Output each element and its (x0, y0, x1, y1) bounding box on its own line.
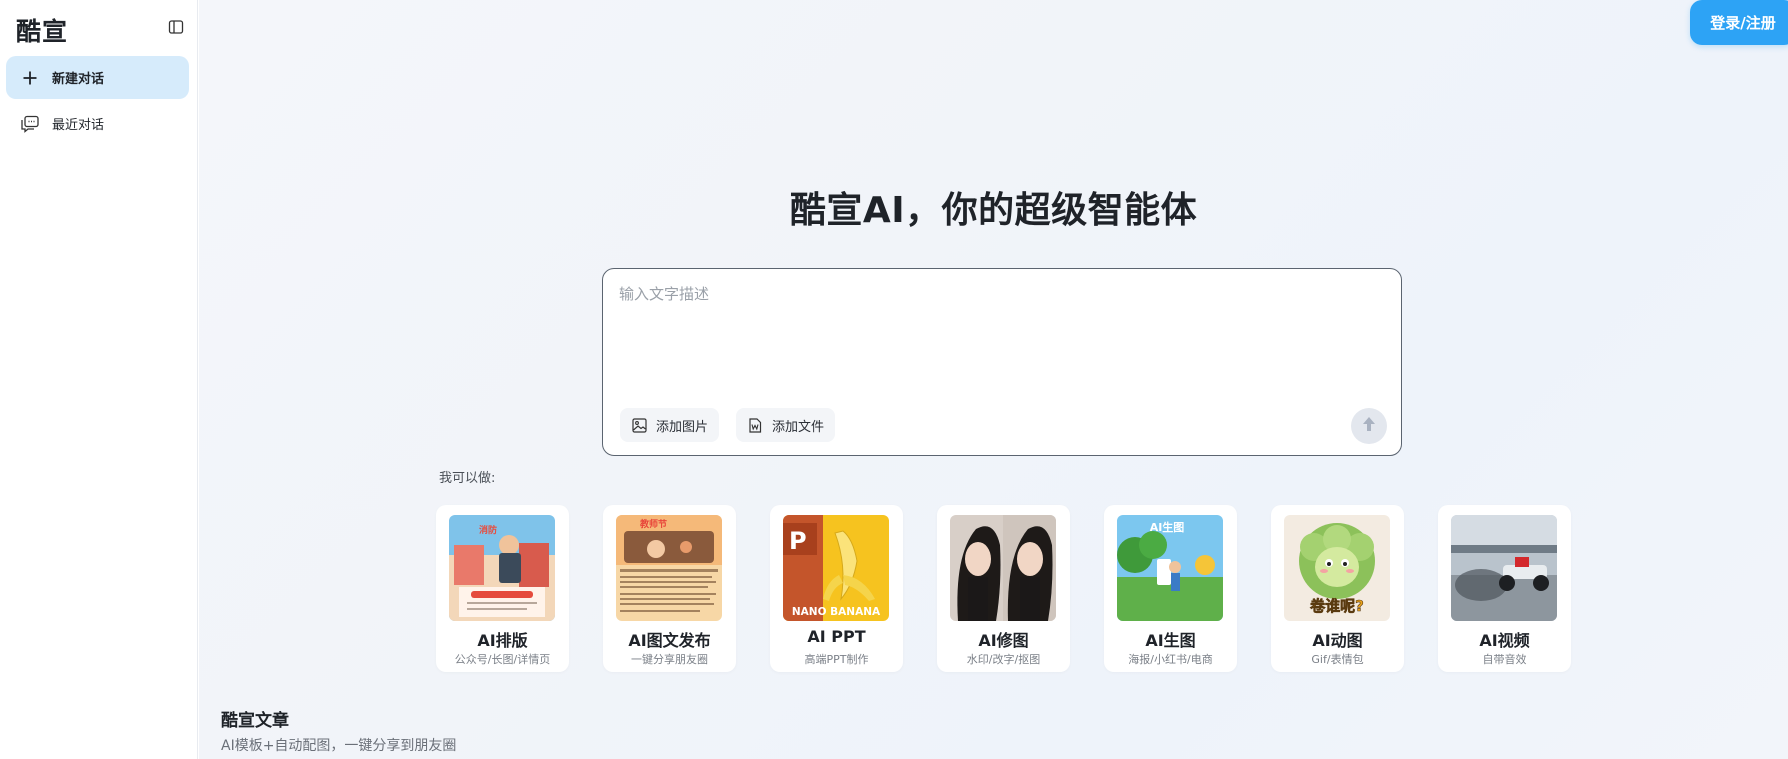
card-title: AI修图 (978, 631, 1029, 650)
brand-logo: 酷宣 (16, 17, 69, 46)
svg-text:卷谁呢?: 卷谁呢? (1309, 597, 1364, 615)
plus-icon (20, 68, 40, 88)
articles-section-title: 酷宣文章 (221, 711, 289, 731)
image-icon (631, 417, 647, 433)
sidebar-collapse-icon[interactable] (168, 19, 184, 35)
sidebar-item-label: 新建对话 (52, 72, 105, 87)
video-thumbnail (1451, 515, 1557, 621)
capability-card-retouch[interactable]: AI修图 水印/改字/抠图 (937, 505, 1070, 672)
card-subtitle: 海报/小红书/电商 (1128, 653, 1213, 666)
chat-history-icon (20, 114, 40, 134)
add-file-label: 添加文件 (772, 419, 825, 435)
card-subtitle: 一键分享朋友圈 (631, 653, 708, 666)
retouch-thumbnail (950, 515, 1056, 621)
capability-card-publish[interactable]: 教师节 AI图文发布 一键分享朋友圈 (603, 505, 736, 672)
ppt-image-text: NANO BANANA (792, 606, 881, 618)
publish-thumbnail: 教师节 (616, 515, 722, 621)
add-image-button[interactable]: 添加图片 (620, 408, 720, 442)
arrow-up-icon (1361, 415, 1377, 437)
main-area: 登录/注册 酷宣AI，你的超级智能体 添加图片 添加文件 我可以做: (199, 0, 1788, 759)
capability-card-ppt[interactable]: P NANO BANANA AI PPT 高端PPT制作 (770, 505, 903, 672)
login-register-button[interactable]: 登录/注册 (1690, 0, 1788, 45)
card-title: AI图文发布 (628, 631, 711, 650)
card-subtitle: 高端PPT制作 (804, 653, 869, 666)
capabilities-heading: 我可以做: (439, 471, 496, 486)
add-image-label: 添加图片 (656, 419, 709, 435)
capability-card-image-gen[interactable]: AI生图 AI生图 海报/小红书/电商 (1104, 505, 1237, 672)
card-title: AI生图 (1145, 631, 1196, 650)
prompt-input[interactable] (619, 283, 1379, 373)
sidebar-item-new-chat[interactable]: 新建对话 (6, 56, 189, 99)
layout-thumbnail: 消防 (449, 515, 555, 621)
sidebar: 酷宣 新建对话 最近对话 (0, 0, 198, 759)
card-subtitle: 自带音效 (1482, 653, 1527, 666)
page-title: 酷宣AI，你的超级智能体 (789, 190, 1198, 231)
articles-section-subtitle: AI模板+自动配图，一键分享到朋友圈 (221, 738, 457, 754)
send-button[interactable] (1351, 408, 1387, 444)
card-subtitle: Gif/表情包 (1311, 653, 1364, 666)
animation-thumbnail: 卷谁呢? (1284, 515, 1390, 621)
svg-text:教师节: 教师节 (639, 518, 667, 530)
card-title: AI视频 (1479, 631, 1530, 650)
svg-text:P: P (789, 527, 807, 555)
svg-text:消防: 消防 (479, 524, 497, 536)
capability-card-animation[interactable]: 卷谁呢? AI动图 Gif/表情包 (1271, 505, 1404, 672)
card-title: AI动图 (1312, 631, 1363, 650)
svg-text:AI生图: AI生图 (1150, 520, 1185, 534)
prompt-composer: 添加图片 添加文件 (602, 268, 1402, 456)
sidebar-item-recent-chats[interactable]: 最近对话 (6, 102, 189, 145)
ppt-thumbnail: P NANO BANANA (783, 515, 889, 621)
add-file-button[interactable]: 添加文件 (736, 408, 836, 442)
card-subtitle: 水印/改字/抠图 (966, 653, 1041, 666)
card-title: AI PPT (807, 627, 866, 646)
card-title: AI排版 (477, 631, 528, 650)
word-file-icon (747, 417, 763, 433)
card-subtitle: 公众号/长图/详情页 (454, 653, 551, 666)
sidebar-item-label: 最近对话 (52, 118, 105, 133)
image-gen-thumbnail: AI生图 (1117, 515, 1223, 621)
capability-card-layout[interactable]: 消防 AI排版 公众号/长图/详情页 (436, 505, 569, 672)
capability-card-video[interactable]: AI视频 自带音效 (1438, 505, 1571, 672)
